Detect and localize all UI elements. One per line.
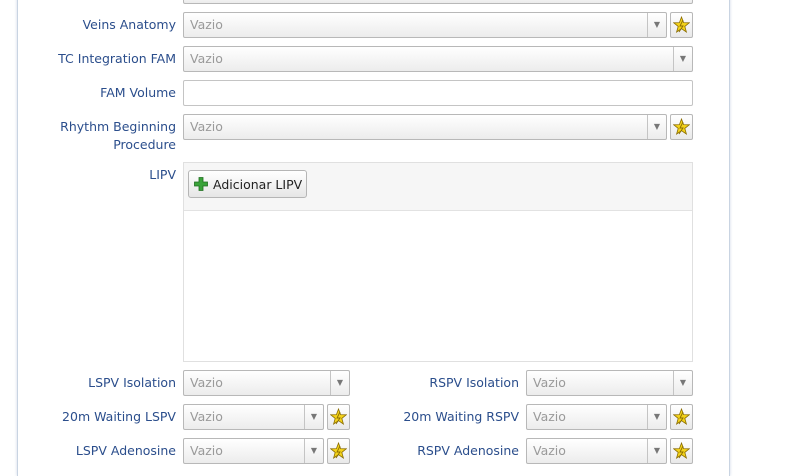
waiting-lspv-value: Vazio bbox=[190, 409, 223, 424]
fam-volume-input[interactable] bbox=[183, 80, 693, 106]
rhythm-beginning-label-line2: Procedure bbox=[113, 137, 176, 152]
tc-integration-fam-select[interactable]: Vazio ▼ bbox=[183, 46, 693, 72]
lspv-adenosine-select[interactable]: Vazio ▼ bbox=[183, 438, 324, 464]
lipv-subform: Adicionar LIPV bbox=[183, 162, 693, 362]
tc-integration-fam-label: TC Integration FAM bbox=[58, 51, 176, 66]
waiting-rspv-label: 20m Waiting RSPV bbox=[403, 409, 519, 424]
rspv-adenosine-select[interactable]: Vazio ▼ bbox=[526, 438, 667, 464]
rhythm-beginning-label: Rhythm Beginning Procedure bbox=[30, 118, 176, 154]
plus-icon bbox=[194, 177, 208, 191]
waiting-rspv-select[interactable]: Vazio ▼ bbox=[526, 404, 667, 430]
star-icon bbox=[673, 408, 690, 425]
chevron-down-icon[interactable]: ▼ bbox=[647, 13, 666, 37]
lipv-label: LIPV bbox=[149, 167, 176, 182]
previous-field-select[interactable] bbox=[183, 0, 693, 4]
chevron-down-icon[interactable]: ▼ bbox=[647, 115, 666, 139]
rspv-adenosine-value: Vazio bbox=[533, 443, 566, 458]
rspv-isolation-value: Vazio bbox=[533, 375, 566, 390]
star-icon bbox=[673, 16, 690, 33]
rspv-adenosine-star-button[interactable] bbox=[670, 438, 693, 464]
lspv-isolation-select[interactable]: Vazio ▼ bbox=[183, 370, 350, 396]
chevron-down-icon[interactable]: ▼ bbox=[304, 405, 323, 429]
add-lipv-label: Adicionar LIPV bbox=[213, 177, 303, 192]
chevron-down-icon[interactable]: ▼ bbox=[673, 47, 692, 71]
waiting-rspv-value: Vazio bbox=[533, 409, 566, 424]
lspv-isolation-value: Vazio bbox=[190, 375, 223, 390]
rhythm-beginning-select[interactable]: Vazio ▼ bbox=[183, 114, 667, 140]
veins-anatomy-select[interactable]: Vazio ▼ bbox=[183, 12, 667, 38]
chevron-down-icon[interactable]: ▼ bbox=[647, 439, 666, 463]
chevron-down-icon[interactable]: ▼ bbox=[673, 371, 692, 395]
waiting-rspv-star-button[interactable] bbox=[670, 404, 693, 430]
waiting-lspv-select[interactable]: Vazio ▼ bbox=[183, 404, 324, 430]
chevron-down-icon[interactable]: ▼ bbox=[330, 371, 349, 395]
rspv-isolation-label: RSPV Isolation bbox=[429, 375, 519, 390]
veins-anatomy-star-button[interactable] bbox=[670, 12, 693, 38]
waiting-lspv-label: 20m Waiting LSPV bbox=[62, 409, 176, 424]
veins-anatomy-label: Veins Anatomy bbox=[82, 17, 176, 32]
chevron-down-icon[interactable]: ▼ bbox=[647, 405, 666, 429]
rhythm-beginning-label-line1: Rhythm Beginning bbox=[60, 119, 176, 134]
rspv-adenosine-label: RSPV Adenosine bbox=[417, 443, 519, 458]
rhythm-beginning-star-button[interactable] bbox=[670, 114, 693, 140]
star-icon bbox=[673, 118, 690, 135]
lspv-adenosine-label: LSPV Adenosine bbox=[75, 443, 176, 458]
star-icon bbox=[673, 442, 690, 459]
rspv-isolation-select[interactable]: Vazio ▼ bbox=[526, 370, 693, 396]
veins-anatomy-value: Vazio bbox=[190, 17, 223, 32]
star-icon bbox=[330, 408, 347, 425]
add-lipv-button[interactable]: Adicionar LIPV bbox=[188, 170, 307, 198]
tc-integration-fam-value: Vazio bbox=[190, 51, 223, 66]
lspv-isolation-label: LSPV Isolation bbox=[88, 375, 176, 390]
fam-volume-label: FAM Volume bbox=[100, 85, 176, 100]
waiting-lspv-star-button[interactable] bbox=[327, 404, 350, 430]
rhythm-beginning-value: Vazio bbox=[190, 119, 223, 134]
lspv-adenosine-star-button[interactable] bbox=[327, 438, 350, 464]
star-icon bbox=[330, 442, 347, 459]
lspv-adenosine-value: Vazio bbox=[190, 443, 223, 458]
lipv-toolbar: Adicionar LIPV bbox=[184, 163, 692, 211]
chevron-down-icon[interactable]: ▼ bbox=[304, 439, 323, 463]
